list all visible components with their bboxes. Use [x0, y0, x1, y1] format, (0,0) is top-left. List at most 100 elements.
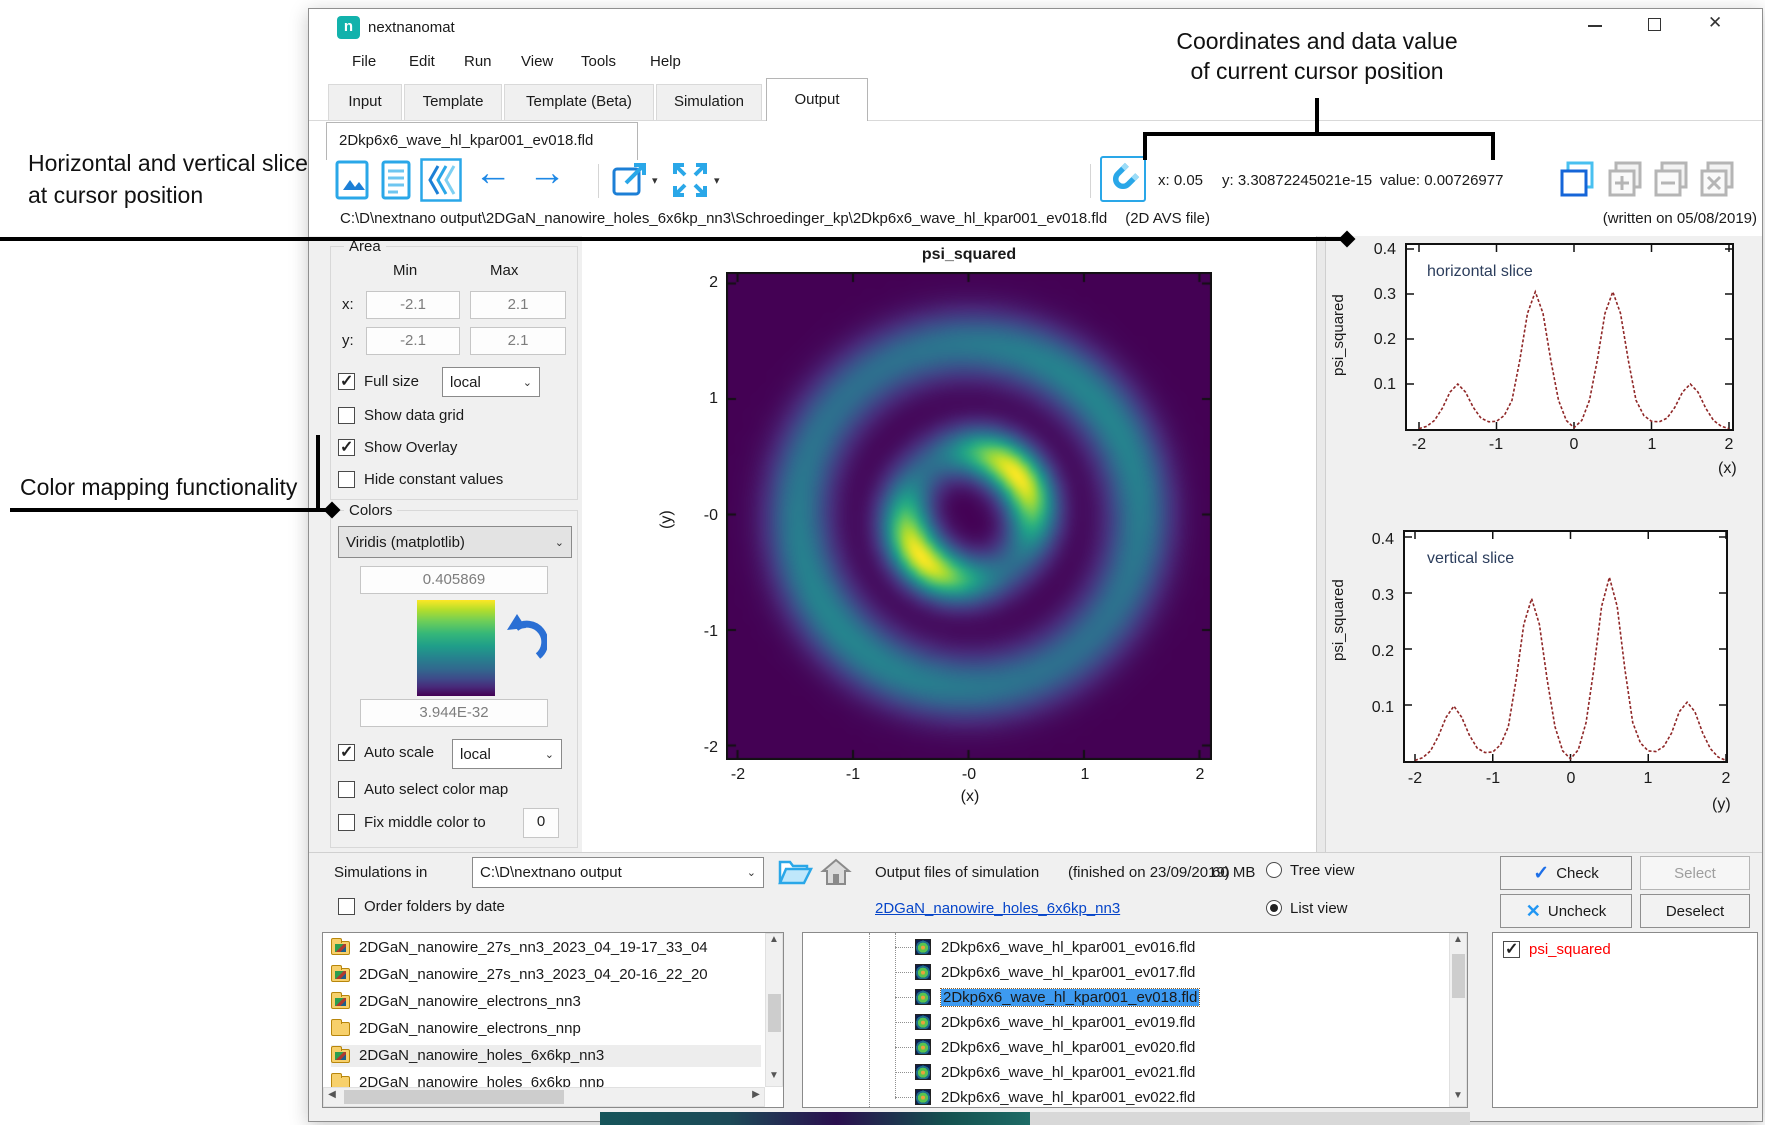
scroll-right-icon[interactable]: ▶ — [748, 1089, 764, 1105]
menu-help[interactable]: Help — [650, 53, 681, 70]
expand-icon[interactable] — [670, 160, 710, 200]
horizontal-scrollbar[interactable]: ◀ ▶ — [323, 1087, 765, 1107]
tab-output[interactable]: Output — [766, 78, 868, 121]
simulation-link[interactable]: 2DGaN_nanowire_holes_6x6kp_nn3 — [875, 900, 1120, 917]
hslice-x-tick: 1 — [1640, 436, 1664, 454]
hslice-y-tick: 0.2 — [1362, 331, 1396, 349]
tab-template[interactable]: Template — [404, 84, 502, 121]
cursor-x-value: x: 0.05 — [1158, 172, 1203, 189]
magnet-snap-icon[interactable] — [1100, 156, 1146, 202]
duplicate-tab-icon[interactable] — [1558, 160, 1596, 198]
uncheck-button[interactable]: ✕Uncheck — [1500, 894, 1632, 928]
panel-splitter[interactable] — [1316, 236, 1326, 852]
list-view-radio[interactable] — [1266, 900, 1282, 916]
annotation-line — [316, 435, 320, 512]
folder-item[interactable]: 2DGaN_nanowire_electrons_nnp — [331, 1018, 761, 1040]
scroll-down-icon[interactable]: ▼ — [1450, 1090, 1466, 1106]
menu-run[interactable]: Run — [464, 53, 492, 70]
multi-slice-icon[interactable] — [420, 158, 462, 202]
toolbar-separator — [1090, 164, 1091, 198]
tab-simulation[interactable]: Simulation — [656, 84, 762, 121]
x-tick-label: 2 — [1185, 766, 1215, 784]
order-folders-label: Order folders by date — [364, 898, 505, 915]
heatmap-plot[interactable] — [726, 272, 1212, 760]
cursor-y-value: y: 3.30872245021e-15 — [1222, 172, 1372, 189]
dataset-label[interactable]: psi_squared — [1529, 941, 1611, 958]
menu-tools[interactable]: Tools — [581, 53, 616, 70]
full-size-checkbox[interactable] — [338, 373, 355, 390]
tab-template-beta[interactable]: Template (Beta) — [504, 84, 654, 121]
dataset-checkbox[interactable] — [1503, 941, 1520, 958]
scrollbar-thumb[interactable] — [1452, 954, 1465, 998]
file-thumbnail-icon — [915, 939, 931, 955]
scroll-left-icon[interactable]: ◀ — [324, 1089, 340, 1105]
file-item[interactable]: 2Dkp6x6_wave_hl_kpar001_ev017.fld — [915, 962, 1195, 984]
auto-scale-mode-dropdown[interactable]: local⌄ — [452, 739, 562, 769]
close-tab-icon[interactable] — [1698, 160, 1736, 198]
colorbar-min-field[interactable]: 3.944E-32 — [360, 699, 548, 727]
menu-view[interactable]: View — [521, 53, 553, 70]
x-min-field[interactable]: -2.1 — [366, 291, 460, 319]
export-icon[interactable] — [610, 160, 650, 200]
y-min-field[interactable]: -2.1 — [366, 327, 460, 355]
fix-middle-color-checkbox[interactable] — [338, 814, 355, 831]
export-caret-icon[interactable]: ▾ — [652, 174, 658, 187]
colormap-dropdown[interactable]: Viridis (matplotlib)⌄ — [338, 526, 572, 558]
menu-file[interactable]: File — [352, 53, 376, 70]
auto-scale-checkbox[interactable] — [338, 744, 355, 761]
auto-select-colormap-checkbox[interactable] — [338, 781, 355, 798]
select-button[interactable]: Select — [1640, 856, 1750, 890]
y-max-field[interactable]: 2.1 — [470, 327, 566, 355]
home-icon[interactable] — [820, 856, 852, 888]
previous-arrow-icon[interactable]: ← — [474, 152, 512, 195]
tree-guide — [895, 1047, 913, 1048]
folder-icon — [331, 1049, 350, 1063]
output-files-label: Output files of simulation — [875, 864, 1039, 881]
vertical-scrollbar[interactable]: ▲ ▼ — [765, 933, 783, 1087]
invert-colormap-icon[interactable] — [505, 612, 547, 662]
tab-input[interactable]: Input — [328, 84, 402, 121]
fix-middle-color-field[interactable]: 0 — [523, 808, 559, 838]
scroll-up-icon[interactable]: ▲ — [766, 934, 782, 950]
vertical-scrollbar[interactable]: ▲ ▼ — [1449, 933, 1467, 1107]
tree-view-radio[interactable] — [1266, 862, 1282, 878]
folder-item[interactable]: 2DGaN_nanowire_27s_nn3_2023_04_20-16_22_… — [331, 964, 761, 986]
image-view-icon[interactable] — [334, 160, 370, 200]
folder-item-selected[interactable]: 2DGaN_nanowire_holes_6x6kp_nn3 — [331, 1045, 761, 1067]
show-overlay-checkbox[interactable] — [338, 439, 355, 456]
hide-constant-checkbox[interactable] — [338, 471, 355, 488]
minimize-icon[interactable] — [1588, 25, 1602, 27]
file-item[interactable]: 2Dkp6x6_wave_hl_kpar001_ev022.fld — [915, 1087, 1195, 1108]
add-tab-icon[interactable] — [1606, 160, 1644, 198]
file-item[interactable]: 2Dkp6x6_wave_hl_kpar001_ev021.fld — [915, 1062, 1195, 1084]
next-arrow-icon[interactable]: → — [528, 152, 566, 195]
scroll-up-icon[interactable]: ▲ — [1450, 934, 1466, 950]
remove-tab-icon[interactable] — [1652, 160, 1690, 198]
full-size-mode-dropdown[interactable]: local⌄ — [442, 367, 540, 397]
scroll-down-icon[interactable]: ▼ — [766, 1070, 782, 1086]
simulation-root-dropdown[interactable]: C:\D\nextnano output⌄ — [472, 857, 764, 888]
colorbar-max-field[interactable]: 0.405869 — [360, 566, 548, 594]
file-item[interactable]: 2Dkp6x6_wave_hl_kpar001_ev020.fld — [915, 1037, 1195, 1059]
x-max-field[interactable]: 2.1 — [470, 291, 566, 319]
file-item-selected[interactable]: 2Dkp6x6_wave_hl_kpar001_ev018.fld — [915, 987, 1199, 1009]
menu-edit[interactable]: Edit — [409, 53, 435, 70]
folder-item[interactable]: 2DGaN_nanowire_electrons_nn3 — [331, 991, 761, 1013]
close-icon[interactable]: ✕ — [1708, 13, 1722, 33]
y-tick-label: -1 — [688, 623, 718, 641]
file-item[interactable]: 2Dkp6x6_wave_hl_kpar001_ev019.fld — [915, 1012, 1195, 1034]
deselect-button[interactable]: Deselect — [1640, 894, 1750, 928]
scrollbar-thumb[interactable] — [768, 994, 781, 1032]
file-thumbnail-icon — [915, 964, 931, 980]
show-data-grid-checkbox[interactable] — [338, 407, 355, 424]
maximize-icon[interactable] — [1648, 18, 1661, 31]
file-item[interactable]: 2Dkp6x6_wave_hl_kpar001_ev016.fld — [915, 937, 1195, 959]
check-button[interactable]: ✓Check — [1500, 856, 1632, 890]
open-folder-icon[interactable] — [777, 856, 813, 888]
expand-caret-icon[interactable]: ▾ — [714, 174, 720, 187]
annotation-slice-note-line2: at cursor position — [28, 182, 203, 209]
scrollbar-thumb[interactable] — [344, 1090, 564, 1104]
folder-item[interactable]: 2DGaN_nanowire_27s_nn3_2023_04_19-17_33_… — [331, 937, 761, 959]
text-view-icon[interactable] — [380, 160, 412, 200]
order-folders-checkbox[interactable] — [338, 898, 355, 915]
